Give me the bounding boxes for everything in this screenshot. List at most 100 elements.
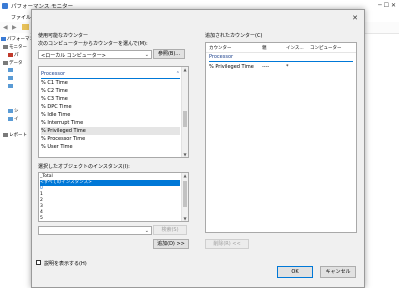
data-collector-icon bbox=[3, 60, 8, 65]
counter-label: % C3 Time bbox=[41, 96, 68, 102]
counter-item[interactable]: % User Time bbox=[41, 143, 180, 151]
counter-label: % Processor Time bbox=[41, 136, 86, 142]
tree-item-label: レポート bbox=[9, 133, 27, 138]
added-counters-list[interactable]: カウンター 親 インス... コンピューター Processor % Privi… bbox=[205, 42, 357, 233]
instance-label: 3 bbox=[40, 204, 43, 209]
folder-blue-icon bbox=[8, 108, 13, 113]
add-button[interactable]: 追加(D) >> bbox=[153, 239, 189, 249]
show-description-checkbox[interactable] bbox=[36, 260, 41, 265]
header-instance[interactable]: インス... bbox=[286, 45, 304, 51]
tree-sub-3[interactable] bbox=[8, 84, 14, 90]
folder-blue-icon bbox=[8, 84, 13, 88]
tree-item-report[interactable]: レポート bbox=[3, 132, 27, 138]
instance-label: 0 bbox=[40, 186, 43, 191]
cancel-button[interactable]: キャンセル bbox=[320, 266, 356, 278]
instance-label: 1 bbox=[40, 192, 43, 197]
show-description-label: 説明を表示する(H) bbox=[44, 261, 87, 267]
counters-scrollbar[interactable]: ▲ ▼ bbox=[181, 67, 188, 157]
counter-label: Processor bbox=[41, 71, 66, 77]
counter-label: % Interrupt Time bbox=[41, 120, 84, 126]
scroll-up-icon[interactable]: ▲ bbox=[182, 173, 188, 178]
browse-button[interactable]: 参照(B)... bbox=[153, 49, 185, 59]
folder-blue-icon bbox=[8, 68, 13, 72]
counters-list[interactable]: Processor ⌃ % C1 Time % C2 Time % C3 Tim… bbox=[38, 66, 189, 158]
tree-item-label: シ bbox=[14, 109, 19, 114]
counter-item[interactable]: % Idle Time bbox=[41, 111, 180, 119]
monitor-icon bbox=[3, 44, 8, 49]
added-group-processor[interactable]: Processor bbox=[209, 54, 233, 60]
instances-scrollbar[interactable]: ▲ ▼ bbox=[181, 173, 188, 221]
counter-item[interactable]: % Processor Time bbox=[41, 135, 180, 143]
tree-item-root[interactable]: パフォーマン bbox=[1, 36, 34, 42]
scroll-thumb[interactable] bbox=[183, 181, 187, 207]
instance-label: _Total bbox=[40, 174, 53, 179]
counter-item[interactable]: % C2 Time bbox=[41, 87, 180, 95]
added-counters-header: カウンター 親 インス... コンピューター bbox=[206, 43, 356, 53]
instances-label: 選択したオブジェクトのインスタンス(I): bbox=[38, 164, 130, 170]
scroll-down-icon[interactable]: ▼ bbox=[182, 216, 188, 221]
counter-item[interactable]: % C1 Time bbox=[41, 79, 180, 87]
chevron-down-icon: ⌄ bbox=[144, 52, 149, 58]
tree-item-label: パフォーマン bbox=[7, 37, 34, 42]
collapse-icon[interactable]: ⌃ bbox=[176, 70, 180, 78]
window-controls[interactable]: ─ ☐ ✕ bbox=[378, 2, 396, 9]
added-counters-label: 追加されたカウンター(C) bbox=[205, 33, 263, 39]
scroll-thumb[interactable] bbox=[183, 111, 187, 127]
header-counter[interactable]: カウンター bbox=[209, 45, 232, 51]
computer-select[interactable]: <ローカル コンピューター> ⌄ bbox=[38, 50, 152, 59]
counter-item-selected[interactable]: % Privileged Time bbox=[41, 127, 180, 135]
counter-item[interactable]: % C3 Time bbox=[41, 95, 180, 103]
report-icon bbox=[3, 132, 8, 137]
counter-label: % DPC Time bbox=[41, 104, 72, 110]
navigation-tree: パフォーマン モニター パ データ シ イ レポート bbox=[0, 33, 34, 286]
instance-item[interactable]: 5 bbox=[40, 216, 180, 221]
tree-item-label: イ bbox=[14, 117, 19, 122]
perfmon-icon bbox=[1, 36, 6, 41]
scroll-down-icon[interactable]: ▼ bbox=[182, 152, 188, 157]
back-icon[interactable]: ◀ bbox=[3, 24, 10, 31]
counter-label: % Privileged Time bbox=[41, 128, 86, 134]
counter-item[interactable]: % DPC Time bbox=[41, 103, 180, 111]
counter-item[interactable]: % Interrupt Time bbox=[41, 119, 180, 127]
counter-label: % User Time bbox=[41, 144, 73, 150]
folder-blue-icon bbox=[8, 116, 13, 121]
added-row-counter[interactable]: % Privileged Time bbox=[209, 64, 254, 70]
header-computer[interactable]: コンピューター bbox=[310, 45, 342, 51]
forward-icon[interactable]: ▶ bbox=[12, 24, 19, 31]
folder-icon[interactable] bbox=[22, 24, 29, 30]
tree-item-label: パ bbox=[14, 53, 19, 58]
counter-object-processor[interactable]: Processor ⌃ bbox=[41, 70, 180, 79]
perfmon-app-icon bbox=[2, 3, 8, 9]
add-counters-dialog: ✕ 使用可能なカウンター 次のコンピューターからカウンターを選んで(M): <ロ… bbox=[31, 9, 365, 288]
tree-item-event[interactable]: イ bbox=[8, 116, 19, 122]
close-icon[interactable]: ✕ bbox=[352, 14, 358, 22]
ok-button[interactable]: OK bbox=[277, 266, 313, 278]
tree-sub-1[interactable] bbox=[8, 68, 14, 74]
tree-item-label: データ bbox=[9, 61, 23, 66]
tree-item-system[interactable]: シ bbox=[8, 108, 19, 114]
instance-label: 4 bbox=[40, 210, 43, 215]
tree-sub-2[interactable] bbox=[8, 76, 14, 82]
tree-item-data[interactable]: データ bbox=[3, 60, 23, 66]
chevron-down-icon: ⌄ bbox=[144, 228, 149, 234]
tree-item-perf[interactable]: パ bbox=[8, 52, 19, 58]
remove-button[interactable]: 削除(R) << bbox=[205, 239, 249, 249]
folder-blue-icon bbox=[8, 76, 13, 80]
instance-search-input[interactable]: ⌄ bbox=[38, 226, 152, 235]
chart-icon bbox=[8, 52, 13, 57]
select-from-label: 次のコンピューターからカウンターを選んで(M): bbox=[38, 41, 148, 47]
tree-item-monitor[interactable]: モニター bbox=[3, 44, 27, 50]
tree-item-label: モニター bbox=[9, 45, 27, 50]
added-row-instance: * bbox=[286, 64, 289, 70]
counter-label: % C2 Time bbox=[41, 88, 68, 94]
group-divider bbox=[209, 61, 353, 62]
scroll-up-icon[interactable]: ▲ bbox=[182, 67, 188, 72]
instances-list[interactable]: _Total <すべてのインスタンス> 0 1 2 3 4 5 ▲ ▼ bbox=[38, 172, 189, 222]
counter-label: % Idle Time bbox=[41, 112, 71, 118]
counter-label: % C1 Time bbox=[41, 80, 68, 86]
available-counters-label: 使用可能なカウンター bbox=[38, 33, 89, 39]
header-parent[interactable]: 親 bbox=[262, 45, 267, 51]
computer-value: <ローカル コンピューター> bbox=[41, 53, 106, 59]
search-button[interactable]: 検索(S) bbox=[153, 225, 187, 235]
instance-label: 2 bbox=[40, 198, 43, 203]
